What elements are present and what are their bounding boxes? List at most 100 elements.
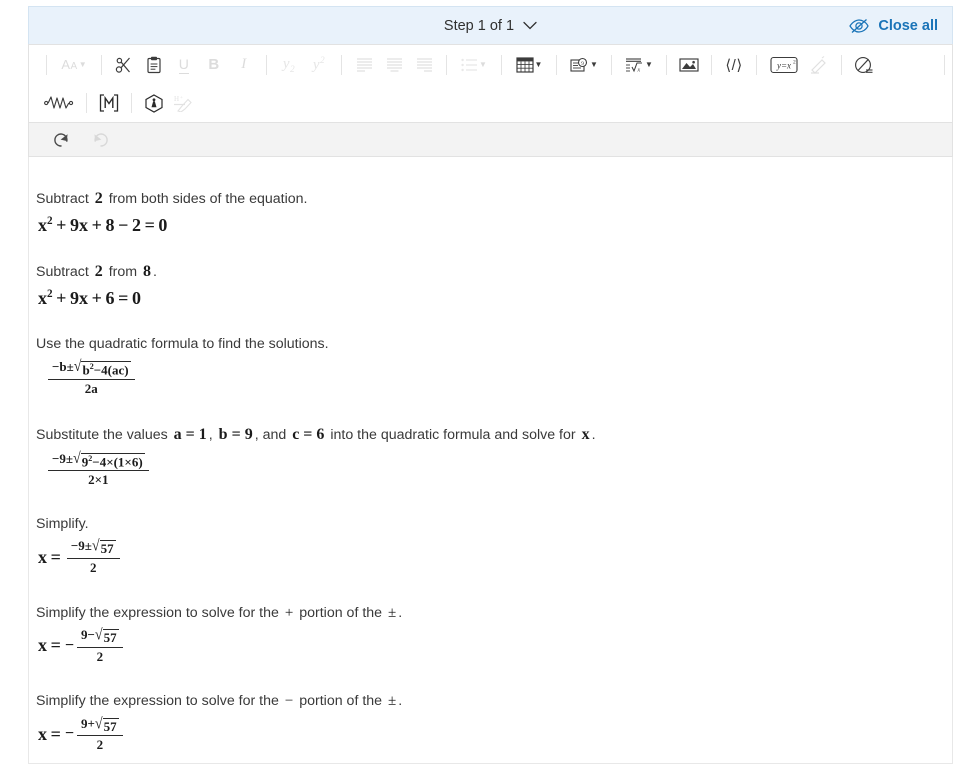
chem-equation-button[interactable]: H + [169,88,199,118]
negative-sign: − [64,725,74,743]
text-fragment: Subtract [36,264,93,281]
undo-button[interactable] [49,127,73,151]
text-fragment: . [591,426,596,443]
fraction: −9± √ 57 2 [66,537,120,575]
fraction: −b± √ b2−4(ac) 2a [48,359,135,397]
step-plus-portion: Simplify the expression to solve for the… [36,602,952,665]
step-description: Use the quadratic formula to find the so… [36,334,952,355]
radical: √ 92−4×(1×6) [73,449,145,469]
fraction-denominator: 2×1 [88,472,109,488]
align-right-button[interactable] [409,50,439,80]
bold-button[interactable]: B [199,50,229,80]
text-fragment: portion of the [295,693,386,710]
fraction: 9+ √ 57 2 [77,716,123,753]
inline-math: c = 6 [292,425,325,443]
variable-button[interactable]: y=x 2 [764,50,804,80]
math-expression: x2 + 9x + 6 = 0 [38,288,141,309]
stepwise-solution-panel: Step 1 of 1 Close all AA ▼ U B I y2 y2 ▼… [0,0,975,764]
close-all-button[interactable]: Close all [848,18,938,34]
superscript-button[interactable]: y2 [304,50,334,80]
subscript-button[interactable]: y2 [274,50,304,80]
text-fragment: , [208,426,217,443]
toolbar-divider [841,54,842,75]
chemistry-button[interactable] [139,88,169,118]
chevron-down-icon: ▼ [78,59,87,69]
toolbar-divider [266,54,267,75]
toolbar-divider [666,54,667,75]
inline-math: 2 [94,263,103,281]
matrix-icon [99,94,119,112]
text-fragment: . [153,264,157,281]
redo-button[interactable] [89,127,113,151]
text-fragment: Use the quadratic formula to find the so… [36,335,329,352]
align-center-button[interactable] [379,50,409,80]
font-size-icon: AA [61,57,78,72]
equation-button[interactable]: x ▼ [619,50,659,80]
step-equation: −9± √ 92−4×(1×6) 2×1 [36,449,952,489]
bullet-list-icon [461,58,478,72]
align-right-icon [416,57,433,72]
math-lhs: x = [38,724,61,745]
clipboard-icon [146,56,162,74]
step-simplify: Simplify. x = −9± √ 57 2 [36,514,952,575]
align-left-button[interactable] [349,50,379,80]
chemistry-hex-icon [144,93,164,113]
citation-button[interactable]: 9 ▼ [564,50,604,80]
toolbar-divider [711,54,712,75]
image-button[interactable] [674,50,704,80]
text-fragment: . [398,693,403,710]
redo-icon [92,130,110,148]
inline-math: 2 [94,189,103,207]
chevron-down-icon: ▼ [479,59,487,69]
chevron-down-icon: ▼ [645,59,653,69]
equation-icon: x [625,57,644,73]
italic-button[interactable]: I [229,50,259,80]
step-description: Subtract 2 from 8. [36,260,952,284]
chevron-down-icon [523,21,537,30]
inline-math: b = 9 [218,425,253,443]
text-fragment: Substitute the values [36,426,172,443]
toolbar-divider [556,54,557,75]
draw-button[interactable] [849,50,879,80]
text-fragment: Subtract [36,190,93,207]
step-description: Subtract 2 from both sides of the equati… [36,187,952,211]
svg-text:+: + [180,96,183,101]
inline-math: ± [388,604,397,621]
fraction-numerator: 9+ √ 57 [77,716,123,737]
step-description: Substitute the values a = 1, b = 9, and … [36,423,952,447]
fraction-denominator: 2a [84,380,98,396]
scissors-icon [115,56,133,74]
paste-button[interactable] [139,50,169,80]
step-equation: x = − 9+ √ 57 2 [36,716,952,753]
step-selector[interactable]: Step 1 of 1 [411,18,571,34]
italic-icon: I [241,56,247,72]
undo-redo-bar [28,122,953,157]
undo-icon [52,130,70,148]
chevron-down-icon: ▼ [590,59,598,69]
text-fragment: , and [254,426,291,443]
cut-button[interactable] [109,50,139,80]
radical: √ 57 [91,537,116,557]
svg-text:2: 2 [793,59,796,65]
superscript-icon: y2 [312,55,326,73]
align-center-icon [386,57,403,72]
radical: √ b2−4(ac) [73,357,131,378]
signal-button[interactable] [39,88,79,118]
step-subtract-2-both-sides: Subtract 2 from both sides of the equati… [36,187,952,237]
code-button[interactable]: ⟨/⟩ [719,50,749,80]
step-description: Simplify the expression to solve for the… [36,602,952,625]
inline-math: 8 [143,263,152,281]
highlight-button[interactable] [804,50,834,80]
step-equation: x = − 9− √ 57 2 [36,627,952,664]
table-button[interactable]: ▼ [509,50,549,80]
list-button[interactable]: ▼ [454,50,494,80]
step-substitute-values: Substitute the values a = 1, b = 9, and … [36,423,952,489]
math-lhs: x = [38,635,61,656]
font-size-button[interactable]: AA ▼ [54,50,94,80]
matrix-button[interactable] [94,88,124,118]
table-icon [515,56,534,73]
underline-button[interactable]: U [169,50,199,80]
math-expression: x2 + 9x + 8 − 2 = 0 [38,214,168,235]
subscript-icon: y2 [282,55,296,74]
text-fragment: into the quadratic formula and solve for [326,426,580,443]
